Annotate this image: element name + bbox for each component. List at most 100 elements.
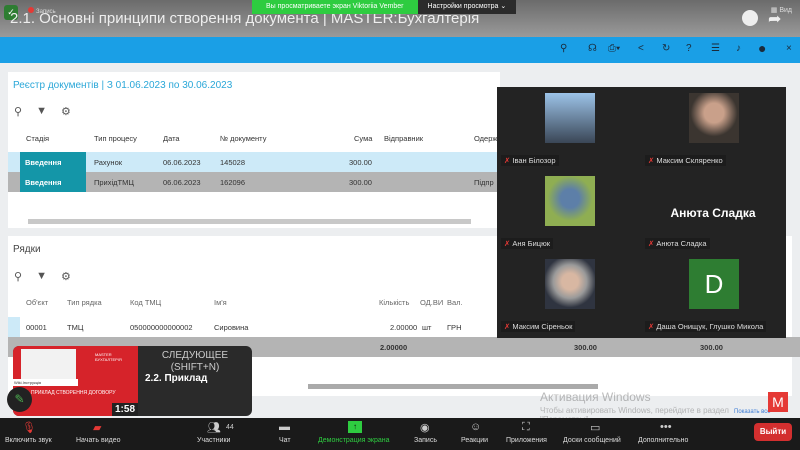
participant-name: Максим Скляренко: [645, 155, 726, 166]
column-header[interactable]: Сума: [354, 134, 372, 143]
share-nodes-icon[interactable]: <: [638, 43, 644, 54]
column-header[interactable]: Вал.: [447, 298, 463, 307]
master-logo-icon[interactable]: M: [768, 392, 788, 412]
more-button[interactable]: Дополнительно: [638, 437, 688, 444]
settings-gear-icon[interactable]: ⚙: [61, 270, 71, 283]
horizontal-scrollbar[interactable]: [28, 219, 471, 224]
column-header[interactable]: Тип рядка: [67, 298, 102, 307]
record-icon[interactable]: ◉: [420, 421, 430, 434]
list-icon[interactable]: ☰: [711, 43, 720, 54]
pencil-icon[interactable]: ✎: [7, 387, 32, 412]
participant-tile[interactable]: Анюта Сладка Анюта Сладка: [641, 170, 785, 253]
column-header[interactable]: № документу: [220, 134, 266, 143]
apps-icon[interactable]: ⛶: [522, 421, 530, 434]
start-video-button[interactable]: Начать видео: [76, 437, 120, 444]
participant-tile[interactable]: Аня Бицюк: [497, 170, 641, 253]
next-video-card[interactable]: Wiki.Інструкція MASTER БУХГАЛТЕРІЯ ПРИКЛ…: [13, 346, 252, 416]
column-header[interactable]: Відправник: [384, 134, 423, 143]
view-settings-button[interactable]: Настройки просмотра ⌄: [417, 0, 517, 14]
participants-icon[interactable]: 👥︎: [207, 421, 221, 434]
participant-photo: [545, 259, 595, 309]
participant-tile[interactable]: Іван Білозор: [497, 87, 641, 170]
next-video-thumbnail: Wiki.Інструкція MASTER БУХГАЛТЕРІЯ ПРИКЛ…: [13, 346, 138, 416]
mic-muted-icon[interactable]: 🎙︎: [22, 421, 36, 434]
close-icon[interactable]: ×: [786, 43, 792, 54]
search-icon[interactable]: ⚲: [14, 270, 22, 283]
participants-count: 44: [226, 424, 234, 431]
column-header[interactable]: Ім'я: [214, 298, 227, 307]
participant-tile[interactable]: Максим Скляренко: [641, 87, 785, 170]
process-type: Рахунок: [94, 158, 123, 167]
column-header[interactable]: Об'єкт: [26, 298, 48, 307]
help-icon[interactable]: ?: [686, 43, 692, 54]
process-type: ПрихідТМЦ: [94, 178, 134, 187]
thumbnail-brand: MASTER БУХГАЛТЕРІЯ: [95, 352, 122, 362]
column-header[interactable]: ОД.ВИ: [420, 298, 443, 307]
column-header[interactable]: Одерж: [474, 134, 497, 143]
more-icon[interactable]: •••: [660, 421, 672, 433]
share-screen-button[interactable]: Демонстрация экрана: [318, 437, 390, 444]
document-registry-panel: Реєстр документів | З 01.06.2023 по 30.0…: [8, 72, 500, 228]
video-duration: 1:58: [111, 403, 138, 416]
participant-name: Даша Онищук, Глушко Микола: [645, 321, 767, 332]
total-sum: 300.00: [700, 343, 723, 352]
column-header[interactable]: Стадія: [26, 134, 49, 143]
lines-title: Рядки: [13, 244, 41, 255]
table-row[interactable]: 00001 ТМЦ 050000000000002 Сировина 2.000…: [8, 317, 498, 337]
unmute-button[interactable]: Включить звук: [5, 437, 52, 444]
next-shortcut: (SHIFT+N): [170, 362, 220, 373]
print-icon[interactable]: ⎙▾: [608, 43, 620, 54]
refresh-icon[interactable]: ↻: [662, 43, 670, 54]
record-button[interactable]: Запись: [414, 437, 437, 444]
total-quantity: 2.00000: [380, 343, 408, 352]
apps-button[interactable]: Приложения: [506, 437, 547, 444]
app-toolbar: [0, 37, 800, 63]
zoom-control-bar: [0, 418, 800, 450]
stage-badge: Введення: [20, 152, 86, 172]
headset-icon[interactable]: ☊: [588, 43, 597, 54]
participant-initial-avatar: D: [689, 259, 739, 309]
reactions-button[interactable]: Реакции: [461, 437, 488, 444]
participant-tile[interactable]: D Даша Онищук, Глушко Микола: [641, 253, 785, 336]
share-screen-icon[interactable]: ↑: [348, 421, 362, 433]
table-row[interactable]: Введення Рахунок 06.06.2023 145028 300.0…: [8, 152, 498, 172]
show-all-link[interactable]: Показать все: [734, 409, 771, 415]
column-header[interactable]: Тип процесу: [94, 134, 137, 143]
next-video-title: 2.2. Приклад: [145, 373, 208, 384]
filter-icon[interactable]: ▼: [36, 270, 47, 283]
horizontal-scrollbar[interactable]: [308, 384, 598, 389]
thumbnail-text: ПРИКЛАД СТВОРЕННЯ ДОГОВОРУ: [31, 390, 116, 396]
chat-button[interactable]: Чат: [279, 437, 291, 444]
total-sum: 300.00: [574, 343, 597, 352]
column-header[interactable]: Дата: [163, 134, 180, 143]
column-header[interactable]: Кількість: [379, 298, 409, 307]
currency: ГРН: [447, 323, 462, 332]
share-banner: Вы просматриваете экран Viktoriia Vember…: [252, 0, 517, 14]
quantity: 2.00000: [390, 323, 418, 332]
share-icon[interactable]: ➦: [768, 9, 781, 29]
participants-gallery: Іван Білозор Максим Скляренко Аня Бицюк …: [497, 87, 786, 338]
participants-button[interactable]: Участники: [197, 437, 230, 444]
leave-button[interactable]: Выйти: [754, 423, 792, 441]
participant-display-name: Анюта Сладка: [670, 206, 756, 220]
unit: шт: [422, 323, 432, 332]
column-header[interactable]: Код ТМЦ: [130, 298, 161, 307]
bell-icon[interactable]: ♪: [736, 43, 741, 54]
whiteboard-icon[interactable]: ▭: [590, 421, 600, 434]
search-icon[interactable]: ⚲: [14, 105, 22, 118]
filter-icon[interactable]: ▼: [36, 105, 47, 118]
object: 00001: [26, 323, 47, 332]
clock-icon[interactable]: [742, 10, 758, 26]
settings-gear-icon[interactable]: ⚙: [61, 105, 71, 118]
search-icon[interactable]: ⚲: [560, 43, 567, 54]
video-off-icon[interactable]: ▰: [93, 421, 101, 434]
participant-tile[interactable]: Максим Сіреньок: [497, 253, 641, 336]
chat-icon[interactable]: ▬: [279, 421, 290, 433]
date: 06.06.2023: [163, 178, 201, 187]
reactions-icon[interactable]: ☺: [470, 421, 481, 433]
table-row[interactable]: Введення ПрихідТМЦ 06.06.2023 162096 300…: [8, 172, 498, 192]
line-type: ТМЦ: [67, 323, 84, 332]
user-avatar-icon[interactable]: ●: [758, 40, 766, 56]
thumbnail-caption: Wiki.Інструкція: [13, 379, 78, 386]
whiteboards-button[interactable]: Доски сообщений: [563, 437, 621, 444]
